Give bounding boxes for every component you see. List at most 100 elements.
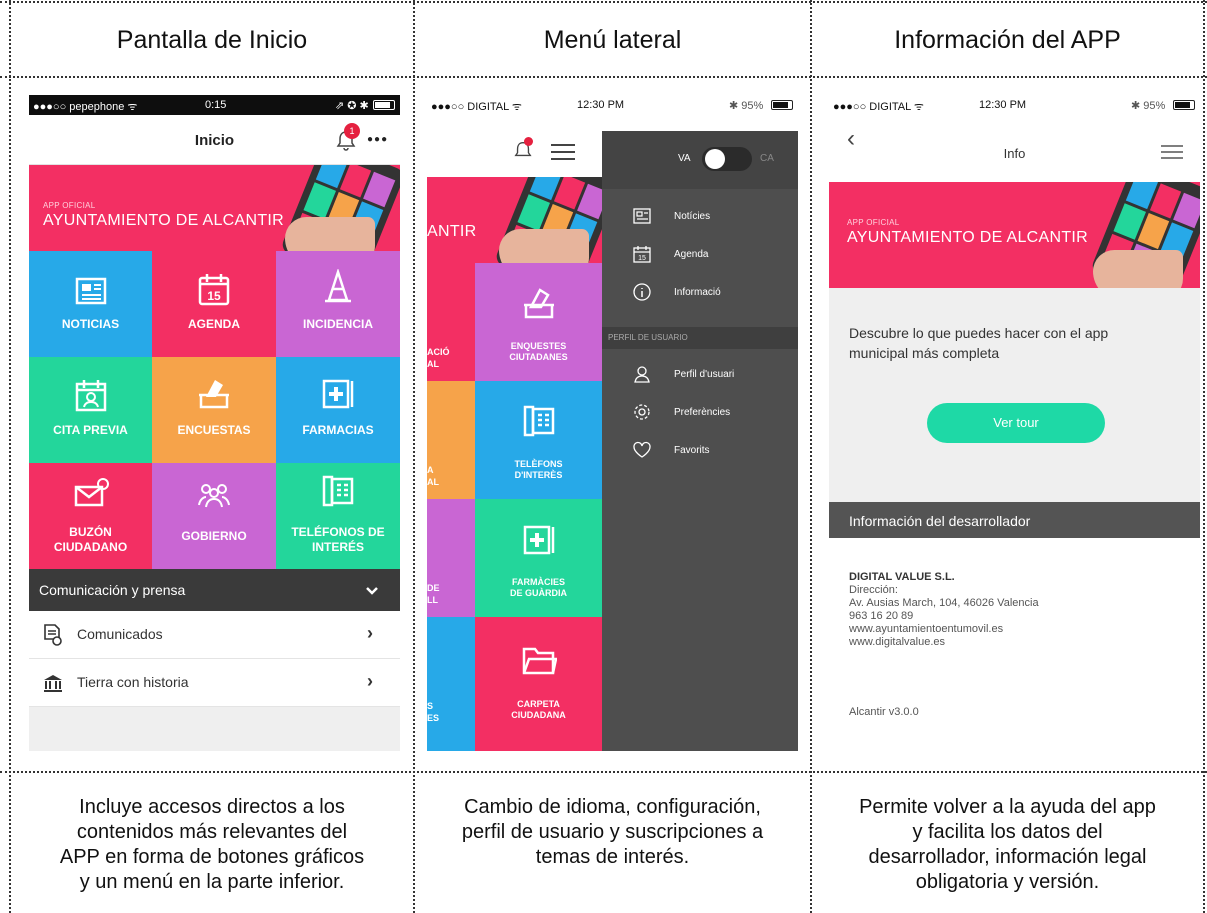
caption-line: Incluye accesos directos a los <box>79 796 345 818</box>
grid-divider <box>413 0 415 913</box>
tile-label: ES <box>427 713 440 723</box>
menu-item-preferencies[interactable]: Preferències <box>602 395 798 433</box>
svg-text:15: 15 <box>638 255 646 262</box>
tile-incidencia[interactable]: INCIDENCIA <box>276 251 400 357</box>
phone-directory-icon <box>322 475 354 507</box>
developer-info-header: Información del desarrollador <box>829 502 1200 538</box>
language-left-label: VA <box>678 153 691 164</box>
tile-agenda[interactable]: 15 AGENDA <box>152 251 276 357</box>
status-bar: ●●●○○ DIGITAL ᯤ 12:30 PM ✱ 95% <box>829 95 1200 115</box>
monument-icon <box>44 675 62 692</box>
pharmacy-icon <box>322 379 354 409</box>
tile-carpeta-ciudadana[interactable]: CARPETA CIUDADANA <box>475 617 602 751</box>
info-icon <box>633 283 651 301</box>
profile-section-header: PERFIL DE USUARIO <box>602 327 798 349</box>
developer-line: Dirección: <box>849 584 898 596</box>
tile-label: CIUTADANES <box>509 352 568 362</box>
hamburger-menu-icon[interactable] <box>1160 144 1184 160</box>
tile-encuestas[interactable]: ENCUESTAS <box>152 357 276 463</box>
tile-label: CIUDADANO <box>53 540 128 554</box>
caption-line: desarrollador, información legal <box>868 846 1147 868</box>
hero-title-fragment: ANTIR <box>427 223 477 240</box>
chevron-right-icon: › <box>367 623 373 643</box>
tile-farmacies-guardia[interactable]: FARMÀCIES DE GUÀRDIA <box>475 499 602 617</box>
carrier-label: ●●●○○ pepephone ᯤ <box>33 101 138 113</box>
caption-line: y un menú en la parte inferior. <box>79 871 345 893</box>
intro-line: Descubre lo que puedes hacer con el app <box>849 325 1109 341</box>
tile-label: FARMACIAS <box>302 423 374 437</box>
hero-banner: APP OFICIAL AYUNTAMIENTO DE ALCANTIR <box>829 182 1200 288</box>
hand-illustration <box>285 217 375 251</box>
ver-tour-button[interactable]: Ver tour <box>927 403 1105 443</box>
battery-icon <box>1173 100 1195 110</box>
column-title-app-info: Información del APP <box>894 26 1121 54</box>
home-screen: ●●●○○ pepephone ᯤ 0:15 ⇗ ✪ ✱ Inicio 1 ●●… <box>29 95 400 751</box>
tile-buzon-ciudadano[interactable]: BUZÓN CIUDADANO <box>29 463 152 569</box>
tile-telefonos-interes[interactable]: TELÉFONOS DE INTERÉS <box>276 463 400 569</box>
calendar-icon: 15 <box>198 274 230 306</box>
profile-section-title: PERFIL DE USUARIO <box>608 333 688 342</box>
tile-label: GOBIERNO <box>181 529 247 543</box>
menu-item-noticies[interactable]: Notícies <box>602 199 798 237</box>
tile-gobierno[interactable]: GOBIERNO <box>152 463 276 569</box>
tile-farmacias[interactable]: FARMACIAS <box>276 357 400 463</box>
language-switch[interactable]: VA CA <box>602 131 798 189</box>
grid-divider <box>0 771 1207 773</box>
language-toggle[interactable] <box>702 147 752 171</box>
tile-noticias[interactable]: NOTICIAS <box>29 251 152 357</box>
menu-item-perfil[interactable]: Perfil d'usuari <box>602 357 798 395</box>
tile-enquestes-ciutadanes[interactable]: ENQUESTES CIUTADANES <box>475 263 602 381</box>
grid-divider <box>0 76 1207 78</box>
tile-partial[interactable]: A AL <box>427 381 475 499</box>
tile-telefons-interes[interactable]: TELÈFONS D'INTERÈS <box>475 381 602 499</box>
tile-label: TELÉFONOS DE <box>291 525 385 539</box>
developer-company: DIGITAL VALUE S.L. <box>849 571 955 583</box>
caption-line: y facilita los datos del <box>912 821 1103 843</box>
battery-label: ✱ 95% <box>729 100 764 112</box>
grid-divider <box>9 0 11 913</box>
carrier-label: ●●●○○ DIGITAL ᯤ <box>431 101 522 113</box>
developer-phone: 963 16 20 89 <box>849 610 914 622</box>
document-icon <box>44 624 62 646</box>
developer-info-title: Información del desarrollador <box>849 513 1031 529</box>
caption-line: Permite volver a la ayuda del app <box>859 796 1156 818</box>
people-icon <box>198 484 230 508</box>
menu-item-label: Notícies <box>674 211 711 222</box>
notifications-button[interactable] <box>513 137 537 161</box>
menu-item-informacio[interactable]: Informació <box>602 275 798 313</box>
cone-icon <box>325 269 351 303</box>
developer-link[interactable]: www.digitalvalue.es <box>849 636 1039 649</box>
gear-icon <box>634 404 650 420</box>
list-item-tierra-con-historia[interactable]: Tierra con historia › <box>29 659 400 707</box>
developer-link[interactable]: www.ayuntamientoentumovil.es <box>849 623 1039 636</box>
tile-partial[interactable]: DE LL <box>427 499 475 617</box>
hero-title: AYUNTAMIENTO DE ALCANTIR <box>847 229 1089 246</box>
user-icon <box>634 366 650 383</box>
app-info-screen: ●●●○○ DIGITAL ᯤ 12:30 PM ✱ 95% ‹ Info AP… <box>829 95 1200 751</box>
list-item-comunicados[interactable]: Comunicados › <box>29 611 400 659</box>
hero-subtitle: APP OFICIAL <box>847 218 900 227</box>
caption-line: obligatoria y versión. <box>915 871 1100 893</box>
ballot-icon <box>199 380 229 409</box>
tile-label: AL <box>427 477 439 487</box>
status-bar: ●●●○○ pepephone ᯤ 0:15 ⇗ ✪ ✱ <box>29 95 400 115</box>
more-options-button[interactable]: ●●● <box>367 134 388 145</box>
tile-partial[interactable]: S ES <box>427 617 475 751</box>
caption-home: Incluye accesos directos a los contenido… <box>11 795 413 895</box>
tile-label: DE GUÀRDIA <box>509 588 567 598</box>
hamburger-menu-icon[interactable] <box>550 143 576 161</box>
newspaper-icon <box>75 277 106 305</box>
clock-label: 0:15 <box>205 99 227 111</box>
intro-line: municipal más completa <box>849 345 1000 361</box>
tile-label: ENQUESTES <box>510 341 567 351</box>
tile-partial[interactable]: ACIÓ AL <box>427 263 475 381</box>
tile-cita-previa[interactable]: CITA PREVIA <box>29 357 152 463</box>
column-title-home: Pantalla de Inicio <box>116 26 308 54</box>
grid-divider <box>810 0 812 913</box>
ballot-icon <box>523 288 554 319</box>
calendar-icon: 15 <box>633 246 651 263</box>
menu-item-agenda[interactable]: 15 Agenda <box>602 237 798 275</box>
section-header[interactable]: Comunicación y prensa <box>29 569 400 611</box>
menu-item-favorits[interactable]: Favorits <box>602 433 798 471</box>
notifications-button[interactable]: 1 <box>335 123 361 153</box>
